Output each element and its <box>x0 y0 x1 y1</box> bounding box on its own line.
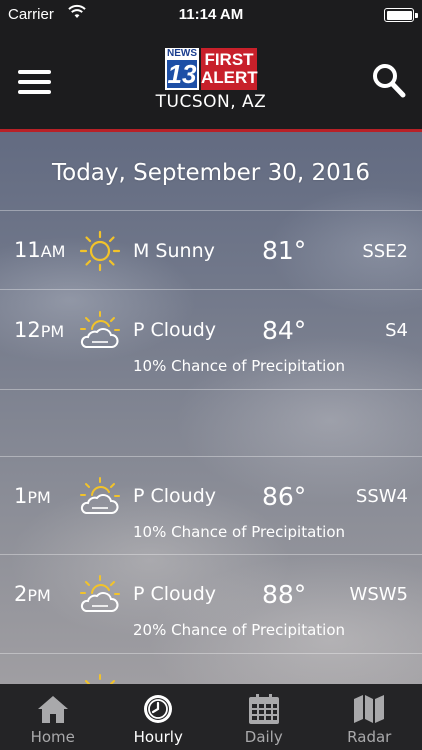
logo-channel-number: 13 <box>165 60 199 90</box>
hour-number: 11 <box>14 238 41 262</box>
hour-time: 12PM <box>14 318 64 342</box>
hour-temperature: 84° <box>262 316 307 345</box>
hour-number: 2 <box>14 582 28 606</box>
forecast-date: Today, September 30, 2016 <box>0 135 422 211</box>
tab-radar[interactable]: Radar <box>317 684 422 750</box>
partly-cloudy-icon <box>80 575 120 612</box>
tab-label: Daily <box>244 728 283 746</box>
hour-wind: WSW5 <box>349 584 408 605</box>
partly-cloudy-icon <box>80 311 120 348</box>
news13-first-alert-logo: NEWS 13 FIRST ALERT <box>165 48 258 90</box>
hour-condition: M Sunny <box>133 240 215 262</box>
precipitation-chance: 10% Chance of Precipitation <box>133 357 346 375</box>
tab-label: Radar <box>347 728 392 746</box>
sun-icon <box>79 230 121 272</box>
hamburger-icon-bar <box>18 80 51 84</box>
partly-cloudy-icon <box>80 477 120 514</box>
tab-bar: Home Hourly Daily Radar <box>0 684 422 750</box>
hamburger-icon <box>18 70 51 74</box>
hour-row[interactable]: 1PM P Cloudy 86° SSW4 10% Chance of Prec… <box>0 456 422 555</box>
logo-first-text: FIRST <box>204 50 254 69</box>
hour-wind: SSE2 <box>362 241 408 262</box>
home-icon <box>37 696 68 723</box>
hour-temperature: 81° <box>262 236 307 265</box>
hour-row[interactable]: 12PM P Cloudy 84° S4 10% Chance of Preci… <box>0 291 422 390</box>
hour-condition: P Cloudy <box>133 319 217 341</box>
hour-wind: S4 <box>385 320 408 341</box>
hour-number: 12 <box>14 318 41 342</box>
tab-home[interactable]: Home <box>0 684 106 750</box>
battery-icon <box>384 8 418 22</box>
hour-temperature: 86° <box>262 482 307 511</box>
tab-daily[interactable]: Daily <box>211 684 317 750</box>
precipitation-chance: 20% Chance of Precipitation <box>133 621 346 639</box>
hour-condition: P Cloudy <box>133 583 217 605</box>
hour-condition: P Cloudy <box>133 485 217 507</box>
hour-number: 1 <box>14 484 28 508</box>
hour-time: 11AM <box>14 238 65 262</box>
hour-time: 2PM <box>14 582 51 606</box>
hour-ampm: PM <box>40 322 65 341</box>
calendar-icon <box>248 694 279 724</box>
hour-temperature: 88° <box>262 580 307 609</box>
tab-label: Hourly <box>133 728 183 746</box>
status-bar: Carrier 11:14 AM <box>0 0 422 30</box>
hour-row[interactable]: 11AM M Sunny 81° SSE2 <box>0 212 422 290</box>
location-label: TUCSON, AZ <box>155 92 267 112</box>
menu-button[interactable] <box>18 70 51 94</box>
logo-alert-text: ALERT <box>201 68 258 87</box>
partly-cloudy-icon <box>85 674 115 684</box>
hour-row[interactable]: 2PM P Cloudy 88° WSW5 20% Chance of Prec… <box>0 555 422 654</box>
map-icon <box>354 695 385 723</box>
clock-icon <box>144 695 173 723</box>
search-icon[interactable] <box>372 63 406 99</box>
clock-time: 11:14 AM <box>178 6 244 23</box>
tab-hourly[interactable]: Hourly <box>106 684 212 750</box>
hour-ampm: PM <box>27 586 51 605</box>
logo-first-alert: FIRST ALERT <box>201 48 258 90</box>
hour-ampm: PM <box>27 488 51 507</box>
app-header: NEWS 13 FIRST ALERT TUCSON, AZ <box>0 30 422 132</box>
tab-label: Home <box>30 728 75 746</box>
hour-ampm: AM <box>40 242 66 261</box>
hour-time: 1PM <box>14 484 51 508</box>
hour-wind: SSW4 <box>355 486 408 507</box>
precipitation-chance: 10% Chance of Precipitation <box>133 523 346 541</box>
